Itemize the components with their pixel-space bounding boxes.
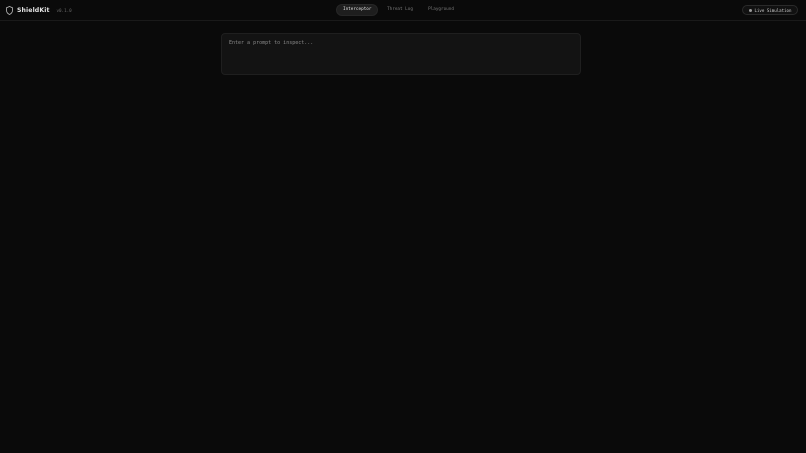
simulation-label: Live Simulation: [754, 7, 792, 13]
tab-threat-log[interactable]: Threat Log: [380, 4, 420, 16]
prompt-input[interactable]: [222, 34, 580, 74]
brand[interactable]: ShieldKit v0.1.0: [6, 4, 72, 17]
status-dot-icon: [748, 8, 752, 12]
top-bar: ShieldKit v0.1.0 Interceptor Threat Log …: [0, 0, 806, 21]
prompt-panel: [221, 33, 581, 75]
app-name: ShieldKit: [17, 7, 50, 14]
tab-playground[interactable]: Playground: [421, 4, 461, 16]
main-tabs: Interceptor Threat Log Playground: [336, 4, 461, 16]
app-version: v0.1.0: [56, 8, 72, 13]
shield-icon: [6, 6, 13, 15]
live-simulation-badge[interactable]: Live Simulation: [742, 5, 798, 15]
tab-interceptor[interactable]: Interceptor: [336, 4, 378, 16]
